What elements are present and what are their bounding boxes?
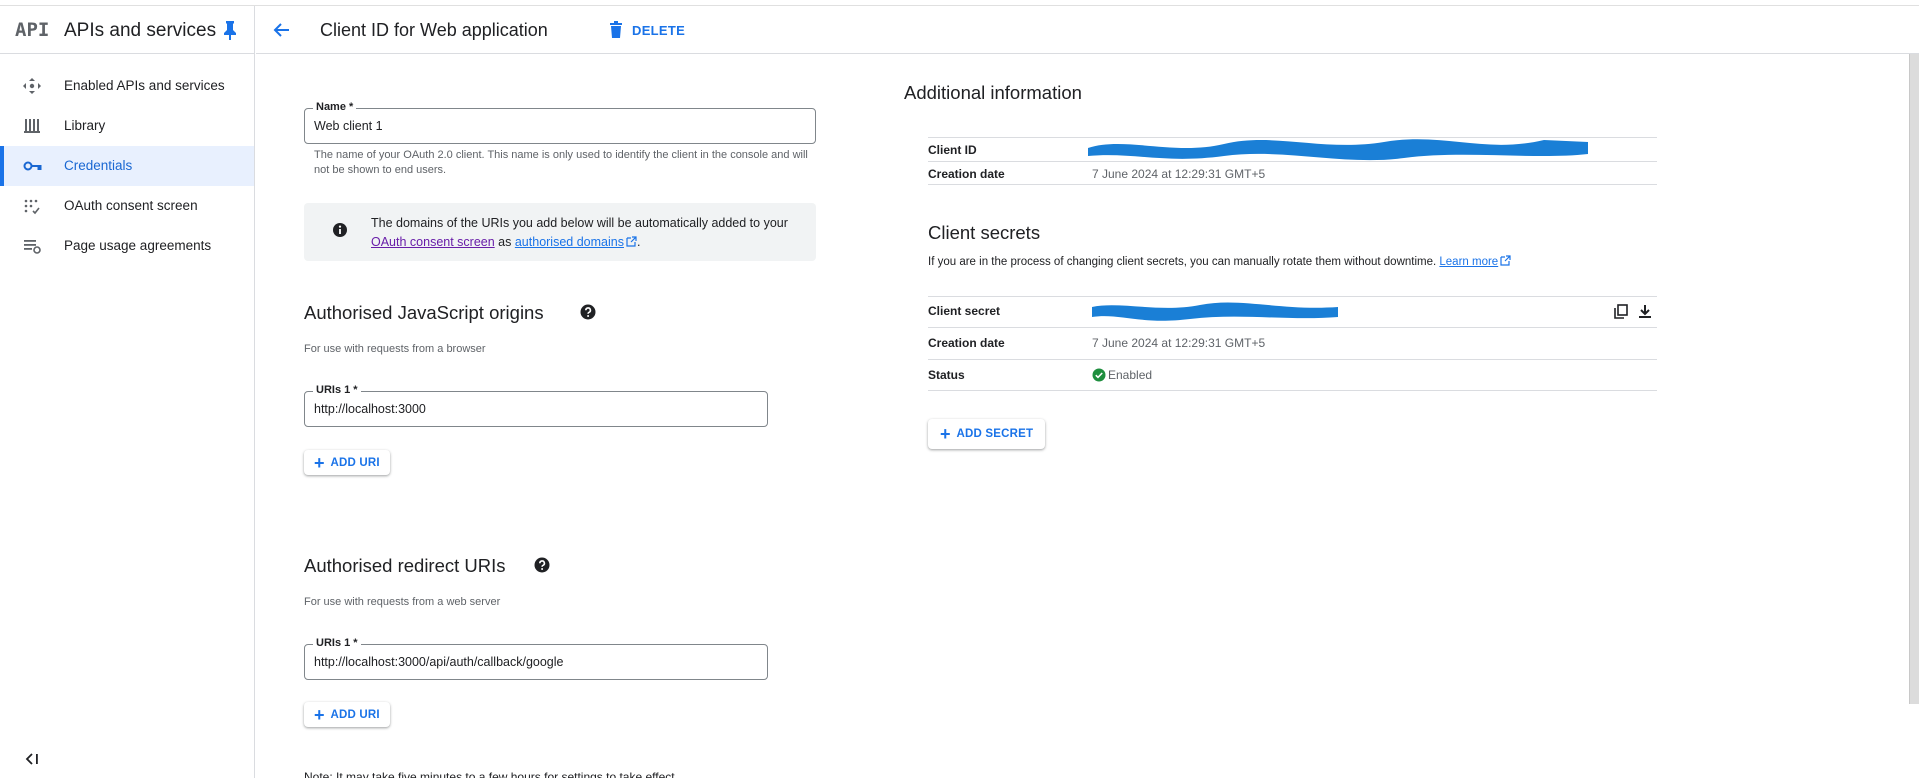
vertical-scrollbar[interactable] xyxy=(1909,54,1919,704)
add-secret-button[interactable]: + ADD SECRET xyxy=(928,419,1046,449)
sidebar-item-credentials[interactable]: Credentials xyxy=(0,146,254,186)
copy-icon[interactable] xyxy=(1614,304,1628,319)
add-redirect-uri-button[interactable]: + ADD URI xyxy=(304,702,390,727)
settings-note: Note: It may take five minutes to a few … xyxy=(304,770,675,778)
js-origins-title: Authorised JavaScript origins xyxy=(304,302,544,323)
back-arrow-icon[interactable] xyxy=(272,20,292,40)
trash-icon xyxy=(610,21,622,38)
enabled-apis-icon xyxy=(23,78,41,94)
redirect-uris-subtitle: For use with requests from a web server xyxy=(304,596,501,608)
external-link-icon xyxy=(626,236,637,247)
external-link-icon xyxy=(1500,255,1511,266)
add-secret-label: ADD SECRET xyxy=(956,428,1034,440)
client-id-key: Client ID xyxy=(928,143,977,157)
key-icon xyxy=(23,161,42,171)
sidebar-item-label: Library xyxy=(64,118,106,133)
add-uri-label: ADD URI xyxy=(330,708,380,721)
info-text-end: . xyxy=(636,235,641,249)
agreements-icon xyxy=(24,240,41,254)
js-origins-subtitle: For use with requests from a browser xyxy=(304,343,486,355)
sidebar-item-enabled-apis[interactable]: Enabled APIs and services xyxy=(0,66,254,106)
client-secrets-table: Client secret Creation date 7 June 2024 … xyxy=(928,296,1657,391)
client-secret-key: Client secret xyxy=(928,304,1001,318)
collapse-sidebar-icon[interactable] xyxy=(24,752,40,766)
page-title: Client ID for Web application xyxy=(320,20,548,40)
plus-icon: + xyxy=(940,424,951,444)
consent-icon xyxy=(24,199,40,215)
creation-date-value: 7 June 2024 at 12:29:31 GMT+5 xyxy=(1092,336,1266,350)
sidebar-nav: Enabled APIs and services Library Creden… xyxy=(0,66,254,266)
sidebar-item-label: OAuth consent screen xyxy=(64,198,198,213)
sidebar-title: APIs and services xyxy=(64,20,217,41)
name-field-value: Web client 1 xyxy=(314,119,383,133)
pin-icon[interactable] xyxy=(222,20,238,40)
info-text-prefix: The domains of the URIs you add below wi… xyxy=(371,216,788,230)
info-text: The domains of the URIs you add below wi… xyxy=(371,214,811,252)
info-icon xyxy=(333,223,347,237)
name-field-label: Name * xyxy=(313,101,357,113)
status-value-wrap: Enabled xyxy=(1092,368,1152,382)
plus-icon: + xyxy=(314,704,325,725)
plus-icon: + xyxy=(314,452,325,473)
info-box: The domains of the URIs you add below wi… xyxy=(304,203,816,261)
js-uri-value: http://localhost:3000 xyxy=(314,402,426,416)
additional-info-title: Additional information xyxy=(904,82,1082,103)
info-text-as: as xyxy=(498,235,512,249)
client-secret-row: Client secret xyxy=(928,296,1657,327)
add-uri-label: ADD URI xyxy=(330,456,380,469)
client-id-row: Client ID xyxy=(928,137,1657,161)
api-logo: API xyxy=(15,19,50,41)
secret-status-row: Status Enabled xyxy=(928,359,1657,391)
redacted-client-id xyxy=(1088,139,1588,161)
redacted-client-secret xyxy=(1092,302,1338,321)
client-creation-row: Creation date 7 June 2024 at 12:29:31 GM… xyxy=(928,161,1657,185)
redirect-uris-title: Authorised redirect URIs xyxy=(304,555,506,576)
sidebar-item-oauth-consent[interactable]: OAuth consent screen xyxy=(0,186,254,226)
delete-button[interactable]: DELETE xyxy=(608,16,685,44)
sidebar: API APIs and services Enabled APIs and s… xyxy=(0,6,255,778)
name-hint: The name of your OAuth 2.0 client. This … xyxy=(314,149,808,176)
add-js-uri-button[interactable]: + ADD URI xyxy=(304,450,390,475)
sidebar-header: API APIs and services xyxy=(0,6,254,54)
redirect-uri-field[interactable]: URIs 1 * http://localhost:3000/api/auth/… xyxy=(304,637,768,680)
creation-date-key: Creation date xyxy=(928,336,1005,350)
authorised-domains-link[interactable]: authorised domains xyxy=(515,235,624,249)
sidebar-item-page-usage[interactable]: Page usage agreements xyxy=(0,226,254,266)
client-secrets-title: Client secrets xyxy=(928,222,1041,243)
status-value: Enabled xyxy=(1108,368,1153,382)
creation-date-value: 7 June 2024 at 12:29:31 GMT+5 xyxy=(1092,167,1266,181)
learn-more-link[interactable]: Learn more xyxy=(1439,256,1498,268)
sidebar-item-label: Page usage agreements xyxy=(64,238,212,253)
name-field[interactable]: Name * Web client 1 xyxy=(304,101,816,144)
oauth-consent-link[interactable]: OAuth consent screen xyxy=(371,235,495,249)
download-icon[interactable] xyxy=(1638,304,1652,319)
status-key: Status xyxy=(928,368,965,382)
sidebar-item-label: Credentials xyxy=(64,158,133,173)
creation-date-key: Creation date xyxy=(928,167,1005,181)
redirect-uri-value: http://localhost:3000/api/auth/callback/… xyxy=(314,655,564,669)
js-uri-label: URIs 1 * xyxy=(313,384,361,396)
help-icon[interactable] xyxy=(580,304,596,320)
client-secrets-desc-text: If you are in the process of changing cl… xyxy=(928,256,1437,268)
js-origin-uri-field[interactable]: URIs 1 * http://localhost:3000 xyxy=(304,384,768,427)
redirect-uri-label: URIs 1 * xyxy=(313,637,361,649)
additional-info-table: Client ID Creation date 7 June 2024 at 1… xyxy=(928,137,1657,185)
sidebar-item-library[interactable]: Library xyxy=(0,106,254,146)
client-secrets-description: If you are in the process of changing cl… xyxy=(928,255,1511,268)
delete-label: DELETE xyxy=(632,22,686,38)
check-circle-icon xyxy=(1092,368,1106,382)
secret-creation-row: Creation date 7 June 2024 at 12:29:31 GM… xyxy=(928,327,1657,359)
library-icon xyxy=(24,119,40,133)
sidebar-item-label: Enabled APIs and services xyxy=(64,78,225,93)
page-header: Client ID for Web application DELETE xyxy=(256,6,1919,54)
help-icon[interactable] xyxy=(534,557,550,573)
